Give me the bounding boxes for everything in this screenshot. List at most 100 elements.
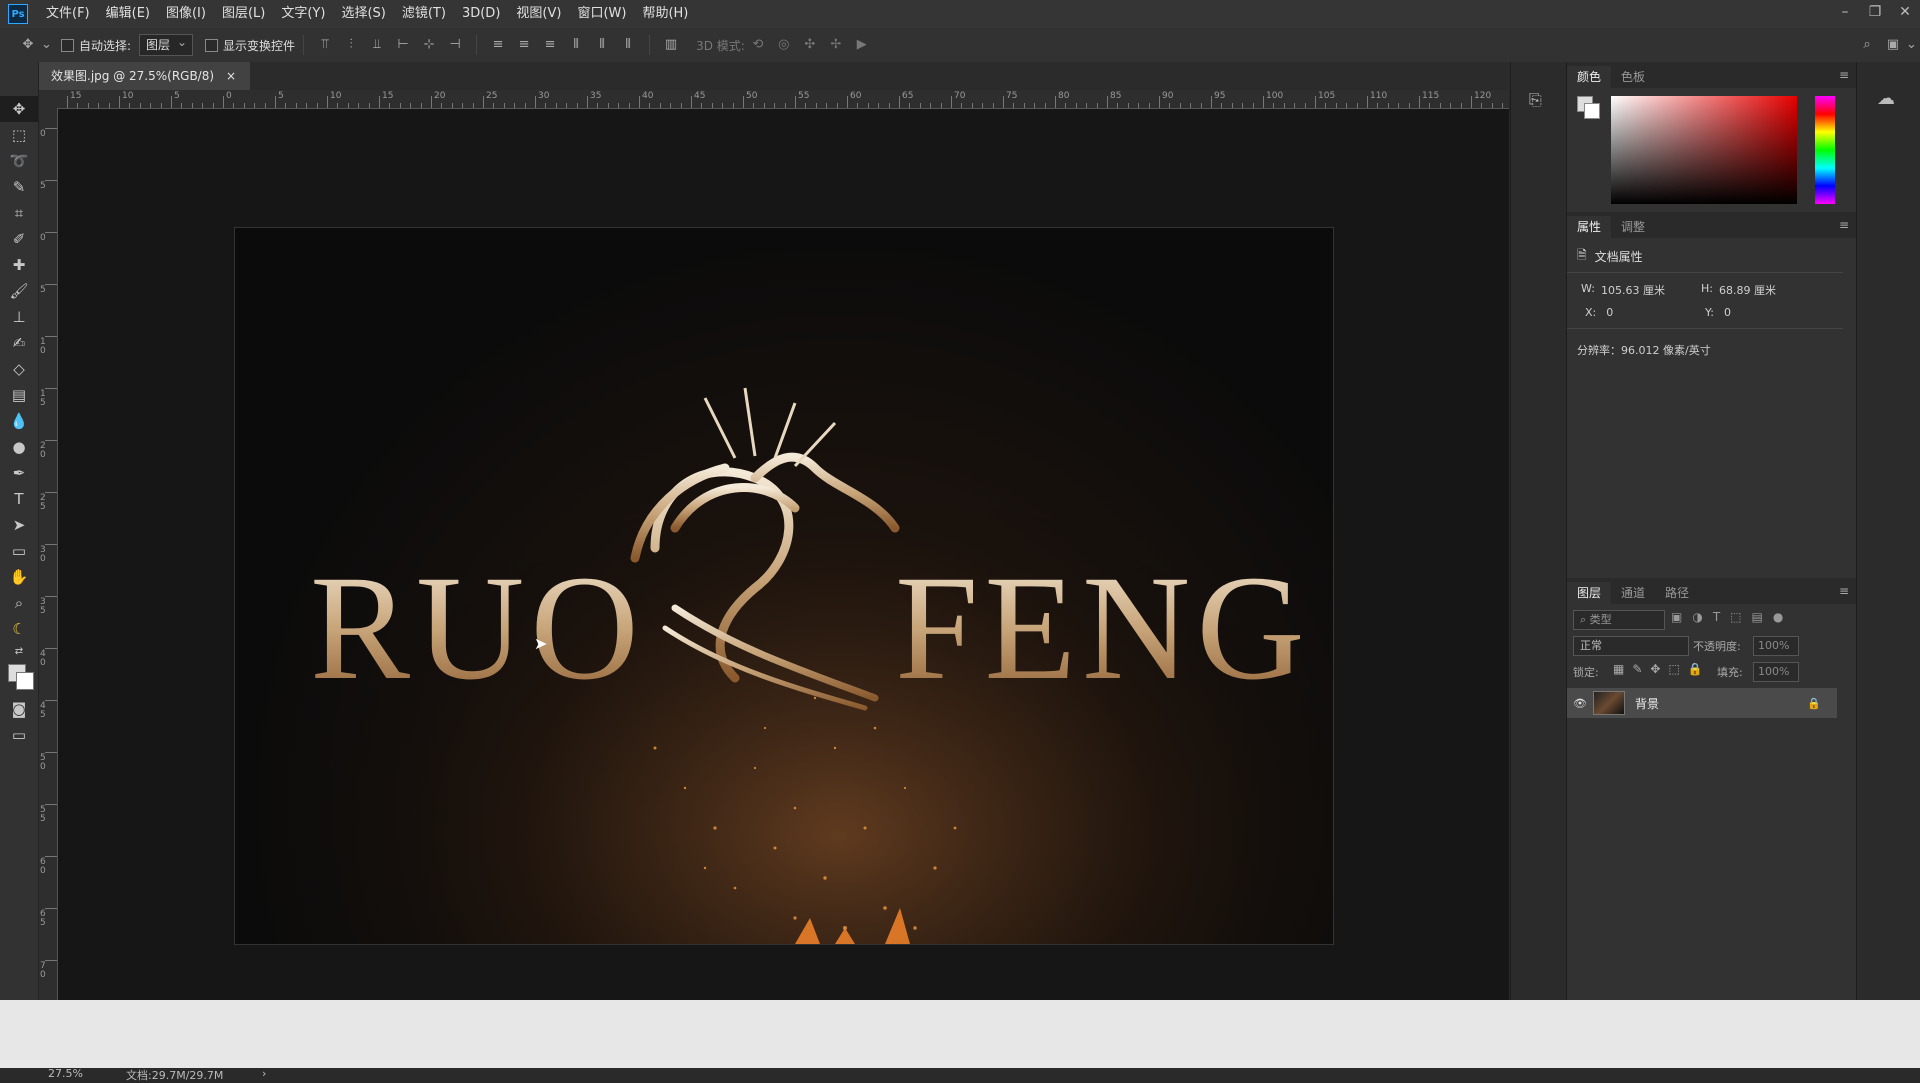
show-transform-checkbox[interactable] [205,38,219,52]
menu-layer[interactable]: 图层(L) [214,0,273,28]
lock-position-icon[interactable]: ✥ [1650,662,1660,676]
rectangle-tool-icon[interactable]: ▭ [0,538,38,564]
healing-tool-icon[interactable]: ✚ [0,252,38,278]
tab-layers[interactable]: 图层 [1567,582,1612,604]
document-tab[interactable]: 效果图.jpg @ 27.5%(RGB/8) × [39,62,251,90]
layer-filter-dropdown[interactable]: ⌕ 类型 [1573,610,1665,630]
background-color-swatch[interactable] [16,672,34,690]
align-vcenter-icon[interactable]: ⫶ [343,37,359,53]
gradient-tool-icon[interactable]: ▤ [0,382,38,408]
width-value[interactable]: 105.63 厘米 [1601,282,1665,298]
quick-mask-icon[interactable]: ◙ [0,696,38,722]
eyedropper-tool-icon[interactable]: ✐ [0,226,38,252]
type-tool-icon[interactable]: T [0,486,38,512]
menu-select[interactable]: 选择(S) [333,0,393,28]
menu-type[interactable]: 文字(Y) [273,0,333,28]
tab-adjustments[interactable]: 调整 [1611,216,1655,238]
quick-select-tool-icon[interactable]: ✎ [0,174,38,200]
close-window-icon[interactable]: ✕ [1890,0,1920,28]
status-arrow-icon[interactable]: › [262,1067,266,1080]
color-swatches[interactable] [0,660,38,696]
filter-toggle-icon[interactable]: ● [1773,610,1783,624]
pen-tool-icon[interactable]: ✒ [0,460,38,486]
lock-artboard-icon[interactable]: ⬚ [1668,662,1679,676]
distribute-vcenter-icon[interactable]: ≡ [516,37,532,53]
document-size[interactable]: 文档:29.7M/29.7M [126,1067,223,1083]
filter-smartobject-icon[interactable]: ▤ [1752,610,1763,624]
roll-3d-icon[interactable]: ◎ [776,37,792,53]
align-top-icon[interactable]: ⫪ [317,37,333,53]
menu-file[interactable]: 文件(F) [38,0,98,28]
panel-menu-icon[interactable]: ≡ [1839,218,1849,232]
creative-cloud-icon[interactable]: ☁ [1877,88,1895,109]
zoom-level[interactable]: 27.5% [48,1067,83,1080]
screen-mode-icon[interactable]: ▭ [0,722,38,748]
distribute-top-icon[interactable]: ≡ [490,37,506,53]
align-hcenter-icon[interactable]: ⊹ [421,37,437,53]
blend-mode-dropdown[interactable]: 正常 [1573,636,1689,656]
layer-row[interactable]: 👁 背景 🔒 [1567,688,1837,718]
menu-window[interactable]: 窗口(W) [569,0,634,28]
y-value[interactable]: 0 [1724,306,1731,319]
distribute-left-icon[interactable]: ⦀ [568,37,584,53]
chevron-down-icon[interactable]: ⌄ [41,37,52,53]
distribute-bottom-icon[interactable]: ≡ [542,37,558,53]
tab-swatches[interactable]: 色板 [1611,66,1655,88]
filter-shape-icon[interactable]: ⬚ [1730,610,1741,624]
minimize-icon[interactable]: – [1830,0,1860,28]
tab-color[interactable]: 颜色 [1567,66,1612,88]
menu-view[interactable]: 视图(V) [508,0,569,28]
menu-3d[interactable]: 3D(D) [454,0,508,28]
menu-image[interactable]: 图像(I) [158,0,214,28]
tab-properties[interactable]: 属性 [1567,216,1612,238]
color-field[interactable] [1611,96,1797,204]
close-tab-icon[interactable]: × [226,62,236,90]
x-value[interactable]: 0 [1606,306,1613,319]
panel-menu-icon[interactable]: ≡ [1839,68,1849,82]
drag-3d-icon[interactable]: ✣ [802,37,818,53]
opacity-input[interactable]: 100% [1753,636,1799,656]
align-bottom-icon[interactable]: ⫫ [369,37,385,53]
history-brush-tool-icon[interactable]: ✍ [0,330,38,356]
dodge-tool-icon[interactable]: ● [0,434,38,460]
fill-input[interactable]: 100% [1753,662,1799,682]
banana-icon[interactable]: ☾ [0,616,38,642]
eraser-tool-icon[interactable]: ◇ [0,356,38,382]
align-left-icon[interactable]: ⊢ [395,37,411,53]
lock-paint-icon[interactable]: ✎ [1632,662,1642,676]
slide-3d-icon[interactable]: ✢ [828,37,844,53]
lock-all-icon[interactable]: 🔒 [1688,662,1703,676]
layer-name[interactable]: 背景 [1635,695,1807,712]
orbit-3d-icon[interactable]: ⟲ [750,37,766,53]
workspace-icon[interactable]: ▣ [1885,37,1901,53]
auto-select-checkbox[interactable] [61,38,74,52]
menu-edit[interactable]: 编辑(E) [98,0,158,28]
restore-icon[interactable]: ❐ [1860,0,1890,28]
distribute-hcenter-icon[interactable]: ⦀ [594,37,610,53]
auto-align-icon[interactable]: ▥ [663,37,679,53]
distribute-right-icon[interactable]: ⦀ [620,37,636,53]
height-value[interactable]: 68.89 厘米 [1719,282,1776,298]
document-image[interactable]: RUO FENG [234,227,1334,945]
panel-menu-icon[interactable]: ≡ [1839,584,1849,598]
filter-type-icon[interactable]: T [1713,610,1720,624]
hand-tool-icon[interactable]: ✋ [0,564,38,590]
background-color-chip[interactable] [1584,103,1600,119]
path-select-tool-icon[interactable]: ➤ [0,512,38,538]
lock-transparent-icon[interactable]: ▦ [1613,662,1624,676]
menu-help[interactable]: 帮助(H) [634,0,696,28]
lasso-tool-icon[interactable]: ➰ [0,148,38,174]
filter-adjustment-icon[interactable]: ◑ [1692,610,1702,624]
move-tool-icon[interactable]: ✥ [0,96,38,122]
tab-channels[interactable]: 通道 [1611,582,1655,604]
scale-3d-icon[interactable]: ▶ [854,37,870,53]
align-right-icon[interactable]: ⊣ [447,37,463,53]
marquee-tool-icon[interactable]: ⬚ [0,122,38,148]
brush-tool-icon[interactable]: 🖌 [0,278,38,304]
blur-tool-icon[interactable]: 💧 [0,408,38,434]
visibility-eye-icon[interactable]: 👁 [1567,697,1593,710]
chevron-down-icon[interactable]: ⌄ [1906,37,1917,53]
auto-select-dropdown[interactable]: 图层 [139,32,194,56]
hue-slider[interactable] [1815,96,1835,204]
zoom-tool-icon[interactable]: ⌕ [0,590,38,616]
